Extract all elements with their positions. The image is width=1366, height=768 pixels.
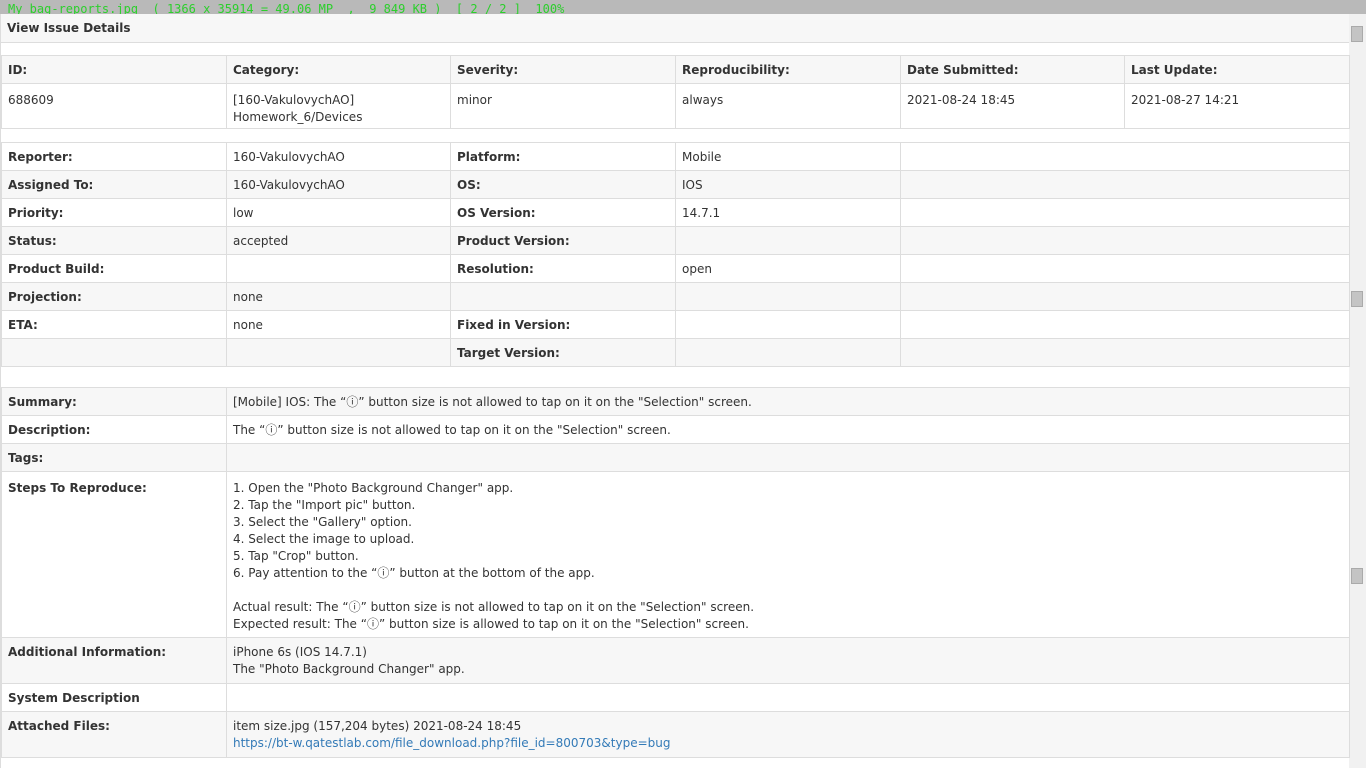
priority-value: low: [226, 198, 451, 227]
empty-cell: [900, 282, 1350, 311]
reproducibility-header: Reproducibility:: [675, 55, 901, 84]
step-line: 1. Open the "Photo Background Changer" a…: [233, 481, 514, 495]
eta-value: none: [226, 310, 451, 339]
summary-header-row: ID: Category: Severity: Reproducibility:…: [1, 55, 1350, 84]
empty-cell: [1, 338, 227, 367]
resolution-label: Resolution:: [450, 254, 676, 283]
issue-date-submitted: 2021-08-24 18:45: [900, 83, 1125, 129]
scroll-thumb-top[interactable]: [1351, 26, 1363, 42]
issue-page: View Issue Details ID: Category: Severit…: [0, 14, 1350, 768]
empty-cell: [900, 198, 1350, 227]
attached-files-label: Attached Files:: [1, 711, 227, 758]
assigned-value: 160-VakulovychAO: [226, 170, 451, 199]
system-description-label: System Description: [1, 683, 227, 712]
empty-cell: [450, 282, 676, 311]
empty-cell: [900, 226, 1350, 255]
category-project: [160-VakulovychAO]: [233, 93, 355, 107]
description-value: The “ⓘ” button size is not allowed to ta…: [226, 415, 1350, 444]
attached-files-value: item size.jpg (157,204 bytes) 2021-08-24…: [226, 711, 1350, 758]
vertical-scrollbar[interactable]: [1349, 14, 1366, 768]
severity-header: Severity:: [450, 55, 676, 84]
additional-info-label: Additional Information:: [1, 637, 227, 684]
target-version-label: Target Version:: [450, 338, 676, 367]
issue-severity: minor: [450, 83, 676, 129]
platform-label: Platform:: [450, 142, 676, 171]
steps-value: 1. Open the "Photo Background Changer" a…: [226, 471, 1350, 638]
scroll-thumb-bottom[interactable]: [1351, 568, 1363, 584]
resolution-value: open: [675, 254, 901, 283]
issue-details-table: Summary: [Mobile] IOS: The “ⓘ” button si…: [1, 387, 1350, 758]
issue-fields-table: Reporter: 160-VakulovychAO Platform: Mob…: [1, 142, 1350, 367]
priority-label: Priority:: [1, 198, 227, 227]
eta-label: ETA:: [1, 310, 227, 339]
step-line: 6. Pay attention to the “ⓘ” button at th…: [233, 566, 595, 580]
additional-line: The "Photo Background Changer" app.: [233, 662, 465, 676]
summary-value-row: 688609 [160-VakulovychAO] Homework_6/Dev…: [1, 83, 1350, 129]
additional-line: iPhone 6s (IOS 14.7.1): [233, 645, 367, 659]
viewer-title-bar: My bag-reports.jpg ( 1366 x 35914 = 49.0…: [0, 0, 1366, 16]
step-line: 2. Tap the "Import pic" button.: [233, 498, 416, 512]
reporter-value: 160-VakulovychAO: [226, 142, 451, 171]
os-version-value: 14.7.1: [675, 198, 901, 227]
status-label: Status:: [1, 226, 227, 255]
step-line: 4. Select the image to upload.: [233, 532, 415, 546]
page-header: View Issue Details: [1, 14, 1349, 43]
empty-cell: [900, 254, 1350, 283]
id-header: ID:: [1, 55, 227, 84]
product-version-label: Product Version:: [450, 226, 676, 255]
file-info: item size.jpg (157,204 bytes) 2021-08-24…: [233, 719, 522, 733]
product-version-value: [675, 226, 901, 255]
steps-label: Steps To Reproduce:: [1, 471, 227, 638]
summary-value: [Mobile] IOS: The “ⓘ” button size is not…: [226, 387, 1350, 416]
projection-label: Projection:: [1, 282, 227, 311]
step-line: 3. Select the "Gallery" option.: [233, 515, 412, 529]
empty-cell: [226, 338, 451, 367]
issue-id: 688609: [1, 83, 227, 129]
scroll-thumb-middle[interactable]: [1351, 291, 1363, 307]
fixed-in-version-value: [675, 310, 901, 339]
os-value: IOS: [675, 170, 901, 199]
tags-value: [226, 443, 1350, 472]
tags-label: Tags:: [1, 443, 227, 472]
issue-last-update: 2021-08-27 14:21: [1124, 83, 1350, 129]
assigned-label: Assigned To:: [1, 170, 227, 199]
empty-cell: [675, 282, 901, 311]
issue-category: [160-VakulovychAO] Homework_6/Devices: [226, 83, 451, 129]
empty-cell: [900, 338, 1350, 367]
empty-cell: [900, 170, 1350, 199]
platform-value: Mobile: [675, 142, 901, 171]
target-version-value: [675, 338, 901, 367]
step-line: 5. Tap "Crop" button.: [233, 549, 359, 563]
expected-result: Expected result: The “ⓘ” button size is …: [233, 617, 749, 631]
fixed-in-version-label: Fixed in Version:: [450, 310, 676, 339]
additional-info-value: iPhone 6s (IOS 14.7.1) The "Photo Backgr…: [226, 637, 1350, 684]
actual-result: Actual result: The “ⓘ” button size is no…: [233, 600, 755, 614]
system-description-value: [226, 683, 1350, 712]
os-label: OS:: [450, 170, 676, 199]
product-build-value: [226, 254, 451, 283]
file-download-link[interactable]: https://bt-w.qatestlab.com/file_download…: [233, 735, 1343, 752]
issue-summary-table: ID: Category: Severity: Reproducibility:…: [1, 55, 1350, 129]
category-header: Category:: [226, 55, 451, 84]
description-label: Description:: [1, 415, 227, 444]
page-title: View Issue Details: [7, 21, 131, 35]
reporter-label: Reporter:: [1, 142, 227, 171]
empty-cell: [900, 142, 1350, 171]
os-version-label: OS Version:: [450, 198, 676, 227]
issue-reproducibility: always: [675, 83, 901, 129]
projection-value: none: [226, 282, 451, 311]
category-name: Homework_6/Devices: [233, 110, 363, 124]
date-submitted-header: Date Submitted:: [900, 55, 1125, 84]
summary-label: Summary:: [1, 387, 227, 416]
product-build-label: Product Build:: [1, 254, 227, 283]
empty-cell: [900, 310, 1350, 339]
status-value: accepted: [226, 226, 451, 255]
last-update-header: Last Update:: [1124, 55, 1350, 84]
